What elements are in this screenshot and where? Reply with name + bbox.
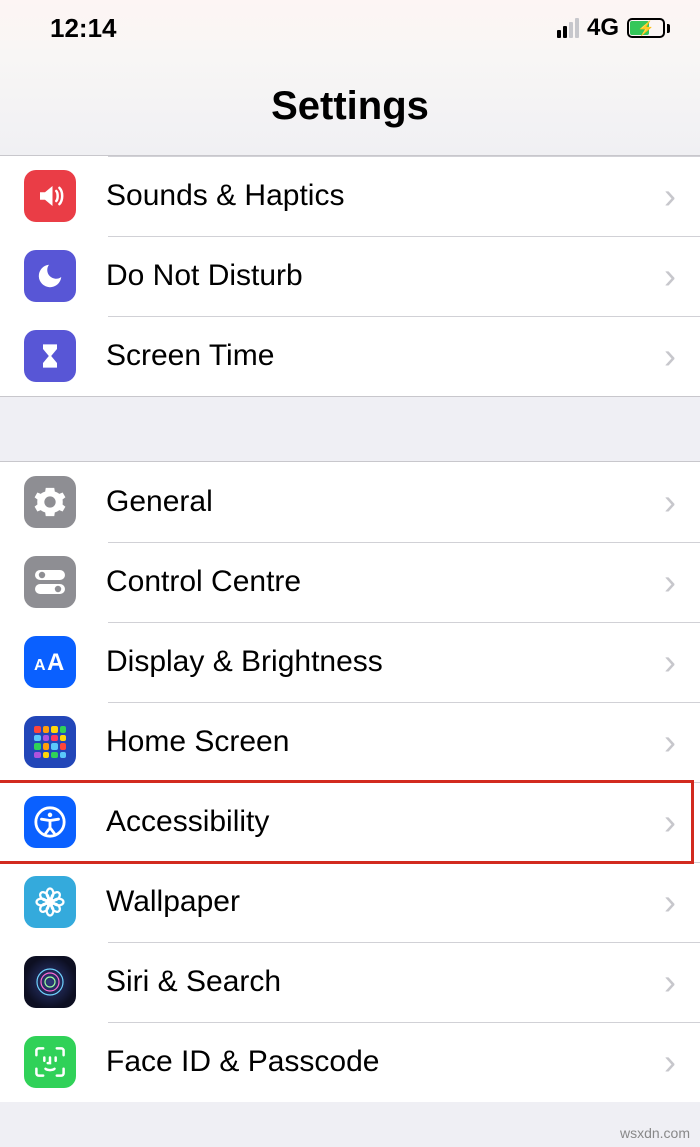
text-size-icon: AA (24, 636, 76, 688)
svg-text:A: A (34, 657, 46, 674)
home-screen-icon (24, 716, 76, 768)
siri-icon (24, 956, 76, 1008)
row-sounds-haptics[interactable]: Sounds & Haptics › (0, 156, 700, 236)
row-siri-search[interactable]: Siri & Search › (0, 942, 700, 1022)
page-header: Settings (0, 56, 700, 156)
row-label: Do Not Disturb (106, 259, 664, 293)
chevron-right-icon: › (664, 175, 676, 217)
row-label: Face ID & Passcode (106, 1045, 664, 1079)
flower-icon (24, 876, 76, 928)
chevron-right-icon: › (664, 801, 676, 843)
status-right: 4G ⚡ (557, 14, 670, 42)
chevron-right-icon: › (664, 961, 676, 1003)
row-label: Display & Brightness (106, 645, 664, 679)
chevron-right-icon: › (664, 335, 676, 377)
row-display-brightness[interactable]: AA Display & Brightness › (0, 622, 700, 702)
sounds-icon (24, 170, 76, 222)
row-general[interactable]: General › (0, 462, 700, 542)
chevron-right-icon: › (664, 481, 676, 523)
row-accessibility[interactable]: Accessibility › (0, 782, 700, 862)
row-label: Accessibility (106, 805, 664, 839)
settings-group-1: Sounds & Haptics › Do Not Disturb › Scre… (0, 156, 700, 396)
battery-icon: ⚡ (627, 18, 670, 38)
chevron-right-icon: › (664, 255, 676, 297)
row-label: General (106, 485, 664, 519)
settings-screen: 12:14 4G ⚡ Settings Sounds & Haptics › D… (0, 0, 700, 1147)
faceid-icon (24, 1036, 76, 1088)
row-label: Screen Time (106, 339, 664, 373)
hourglass-icon (24, 330, 76, 382)
status-bar: 12:14 4G ⚡ (0, 0, 700, 56)
row-label: Home Screen (106, 725, 664, 759)
row-do-not-disturb[interactable]: Do Not Disturb › (0, 236, 700, 316)
chevron-right-icon: › (664, 721, 676, 763)
network-label: 4G (587, 14, 619, 42)
accessibility-icon (24, 796, 76, 848)
gear-icon (24, 476, 76, 528)
chevron-right-icon: › (664, 881, 676, 923)
moon-icon (24, 250, 76, 302)
toggles-icon (24, 556, 76, 608)
row-label: Control Centre (106, 565, 664, 599)
status-time: 12:14 (50, 13, 117, 44)
row-home-screen[interactable]: Home Screen › (0, 702, 700, 782)
svg-text:A: A (47, 649, 64, 676)
row-faceid-passcode[interactable]: Face ID & Passcode › (0, 1022, 700, 1102)
row-label: Sounds & Haptics (106, 179, 664, 213)
settings-group-2: General › Control Centre › AA Display & … (0, 462, 700, 1102)
row-control-centre[interactable]: Control Centre › (0, 542, 700, 622)
watermark: wsxdn.com (620, 1125, 690, 1141)
chevron-right-icon: › (664, 561, 676, 603)
cell-signal-icon (557, 18, 579, 38)
group-separator (0, 396, 700, 462)
chevron-right-icon: › (664, 641, 676, 683)
row-screen-time[interactable]: Screen Time › (0, 316, 700, 396)
row-label: Siri & Search (106, 965, 664, 999)
row-wallpaper[interactable]: Wallpaper › (0, 862, 700, 942)
chevron-right-icon: › (664, 1041, 676, 1083)
page-title: Settings (0, 84, 700, 129)
row-label: Wallpaper (106, 885, 664, 919)
